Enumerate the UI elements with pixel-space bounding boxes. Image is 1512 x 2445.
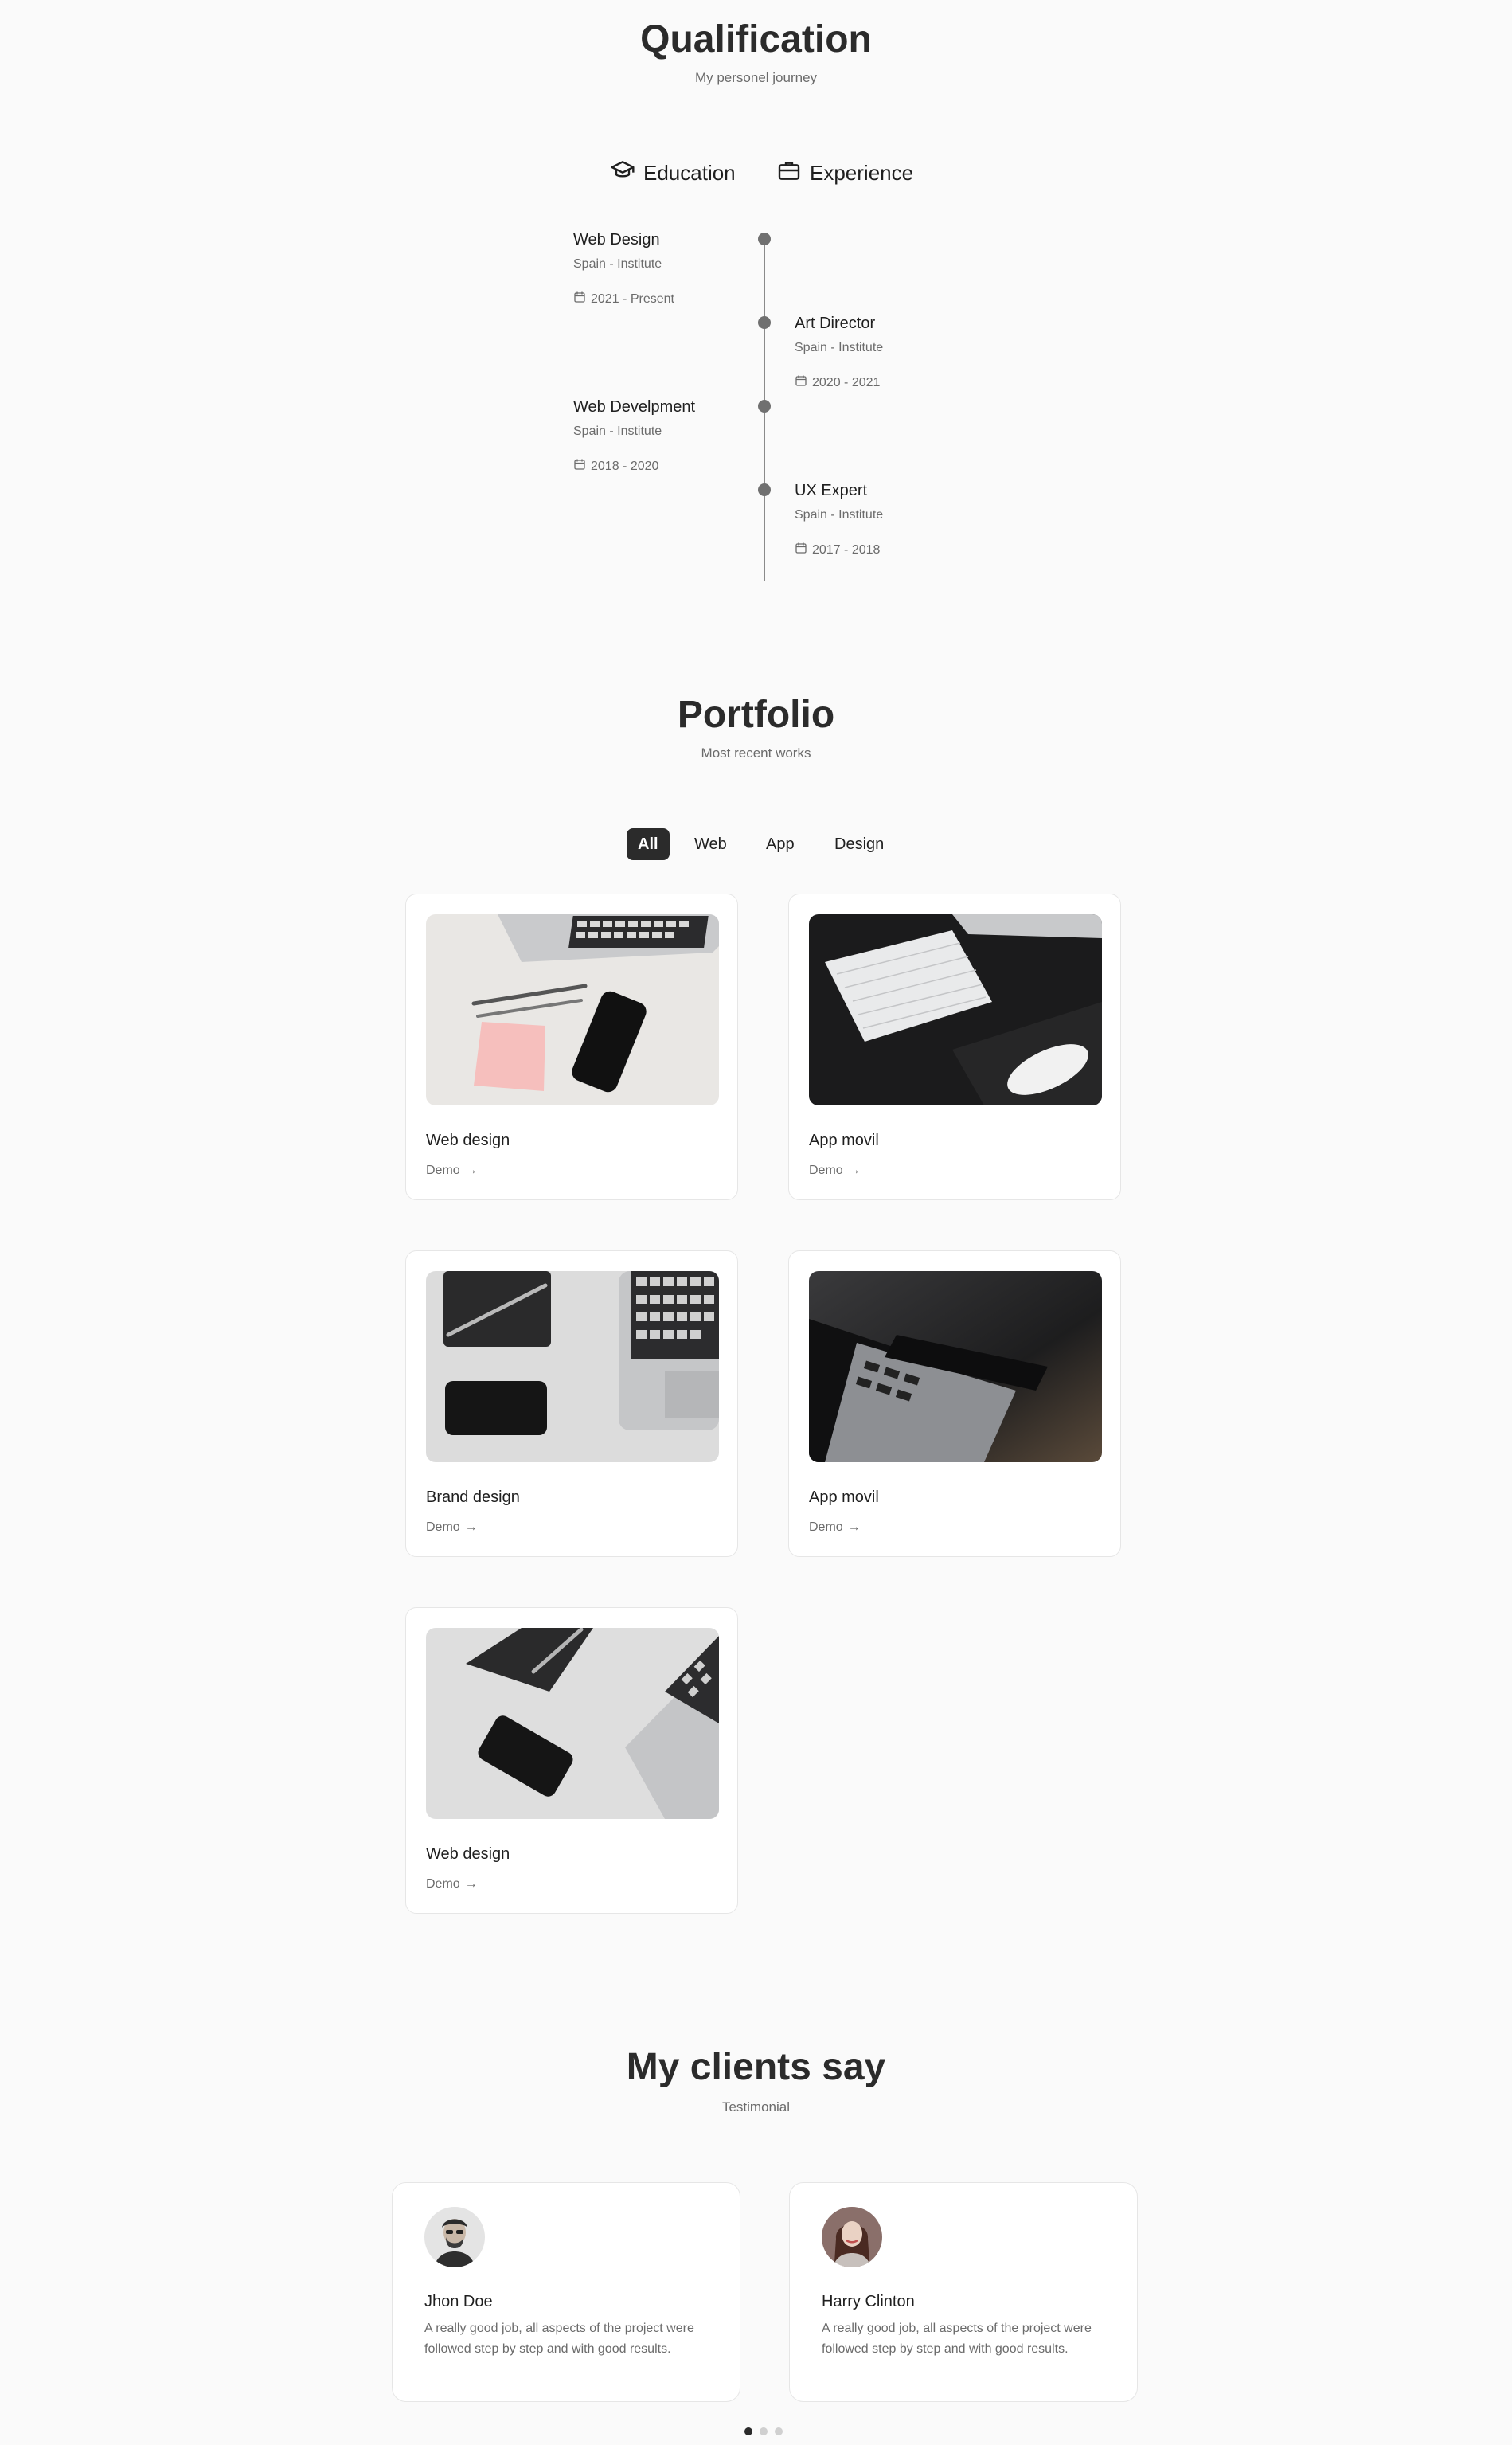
timeline-item-subtitle: Spain - Institute <box>573 257 662 271</box>
demo-link[interactable]: Demo → <box>426 1164 478 1178</box>
demo-link-label: Demo <box>809 1164 843 1177</box>
portfolio-image-keyboard-mouse-dark-desk <box>809 914 1102 1105</box>
portfolio-card-title: Web design <box>426 1845 510 1863</box>
timeline-item: Web Design Spain - Institute 2021 - Pres… <box>573 231 764 307</box>
pagination-dot-active[interactable] <box>744 2427 752 2435</box>
portfolio-image-phone-on-laptop-dark <box>809 1271 1102 1462</box>
briefcase-icon <box>776 158 802 189</box>
testimonial-card: Harry Clinton A really good job, all asp… <box>789 2182 1138 2402</box>
arrow-right-icon: → <box>464 1164 478 1177</box>
demo-link-label: Demo <box>426 1520 460 1534</box>
timeline-item: Art Director Spain - Institute 2020 - 20… <box>795 315 986 391</box>
testimonial-card: Jhon Doe A really good job, all aspects … <box>392 2182 740 2402</box>
timeline-item-date-text: 2020 - 2021 <box>812 375 881 389</box>
demo-link-label: Demo <box>426 1164 460 1177</box>
demo-link[interactable]: Demo → <box>809 1164 861 1178</box>
qualification-title: Qualification <box>640 18 872 61</box>
timeline-item-title: Web Design <box>573 231 660 248</box>
calendar-icon <box>573 458 586 475</box>
tab-experience[interactable]: Experience <box>776 158 913 189</box>
timeline-item-date: 2018 - 2020 <box>573 458 764 475</box>
portfolio-card: App movil Demo → <box>788 1250 1121 1557</box>
arrow-right-icon: → <box>847 1520 861 1534</box>
timeline-dot <box>758 316 771 329</box>
timeline-item-date: 2021 - Present <box>573 291 764 307</box>
demo-link[interactable]: Demo → <box>426 1877 478 1891</box>
qualification-subtitle: My personel journey <box>694 70 818 85</box>
filter-design[interactable]: Design <box>823 828 895 860</box>
calendar-icon <box>795 374 807 391</box>
timeline-item-title: Web Develpment <box>573 398 696 416</box>
filter-all[interactable]: All <box>627 828 670 860</box>
timeline-item: UX Expert Spain - Institute 2017 - 2018 <box>795 482 986 558</box>
timeline-item-date-text: 2018 - 2020 <box>591 459 659 473</box>
testimonial-name: Jhon Doe <box>424 2293 493 2310</box>
demo-link[interactable]: Demo → <box>809 1520 861 1535</box>
testimonial-text: A really good job, all aspects of the pr… <box>822 2322 1092 2356</box>
avatar <box>822 2207 882 2267</box>
arrow-right-icon: → <box>464 1520 478 1534</box>
timeline-item-date: 2020 - 2021 <box>795 374 986 391</box>
portfolio-card: Web design Demo → <box>405 894 738 1200</box>
timeline-item-subtitle: Spain - Institute <box>573 424 662 438</box>
timeline-item-subtitle: Spain - Institute <box>795 341 884 354</box>
timeline-item-date-text: 2017 - 2018 <box>812 542 881 557</box>
filter-web[interactable]: Web <box>683 828 738 860</box>
demo-link-label: Demo <box>426 1877 460 1891</box>
portfolio-card-title: App movil <box>809 1489 879 1506</box>
portfolio-subtitle: Most recent works <box>701 745 811 761</box>
graduation-cap-icon <box>610 158 635 189</box>
portfolio-title: Portfolio <box>677 694 835 736</box>
tab-experience-label: Experience <box>810 161 914 185</box>
arrow-right-icon: → <box>847 1164 861 1177</box>
tab-education[interactable]: Education <box>610 158 736 189</box>
arrow-right-icon: → <box>464 1877 478 1891</box>
portfolio-image-notebook-phone-laptop-angled <box>426 1628 719 1819</box>
portfolio-card-title: App movil <box>809 1132 879 1149</box>
portfolio-card-title: Brand design <box>426 1489 520 1506</box>
portfolio-card-title: Web design <box>426 1132 510 1149</box>
timeline-item: Web Develpment Spain - Institute 2018 - … <box>573 398 764 475</box>
timeline-item-title: UX Expert <box>795 482 868 499</box>
timeline-item-title: Art Director <box>795 315 876 332</box>
timeline-item-date: 2017 - 2018 <box>795 542 986 558</box>
tab-education-label: Education <box>643 161 736 185</box>
portfolio-card: App movil Demo → <box>788 894 1121 1200</box>
portfolio-image-desk-laptop-pens-phone <box>426 914 719 1105</box>
timeline-dot <box>758 483 771 496</box>
testimonials-subtitle: Testimonial <box>721 2099 791 2114</box>
testimonial-name: Harry Clinton <box>822 2293 915 2310</box>
demo-link-label: Demo <box>809 1520 843 1534</box>
portfolio-image-notebook-phone-laptop <box>426 1271 719 1462</box>
filter-app[interactable]: App <box>755 828 806 860</box>
testimonial-text: A really good job, all aspects of the pr… <box>424 2322 694 2356</box>
avatar <box>424 2207 485 2267</box>
pagination-dot[interactable] <box>775 2427 783 2435</box>
pagination-dot[interactable] <box>760 2427 768 2435</box>
calendar-icon <box>795 542 807 558</box>
timeline-item-subtitle: Spain - Institute <box>795 508 884 522</box>
portfolio-card: Brand design Demo → <box>405 1250 738 1557</box>
demo-link[interactable]: Demo → <box>426 1520 478 1535</box>
timeline-item-date-text: 2021 - Present <box>591 291 674 306</box>
portfolio-card: Web design Demo → <box>405 1607 738 1914</box>
testimonials-title: My clients say <box>626 2046 886 2088</box>
calendar-icon <box>573 291 586 307</box>
